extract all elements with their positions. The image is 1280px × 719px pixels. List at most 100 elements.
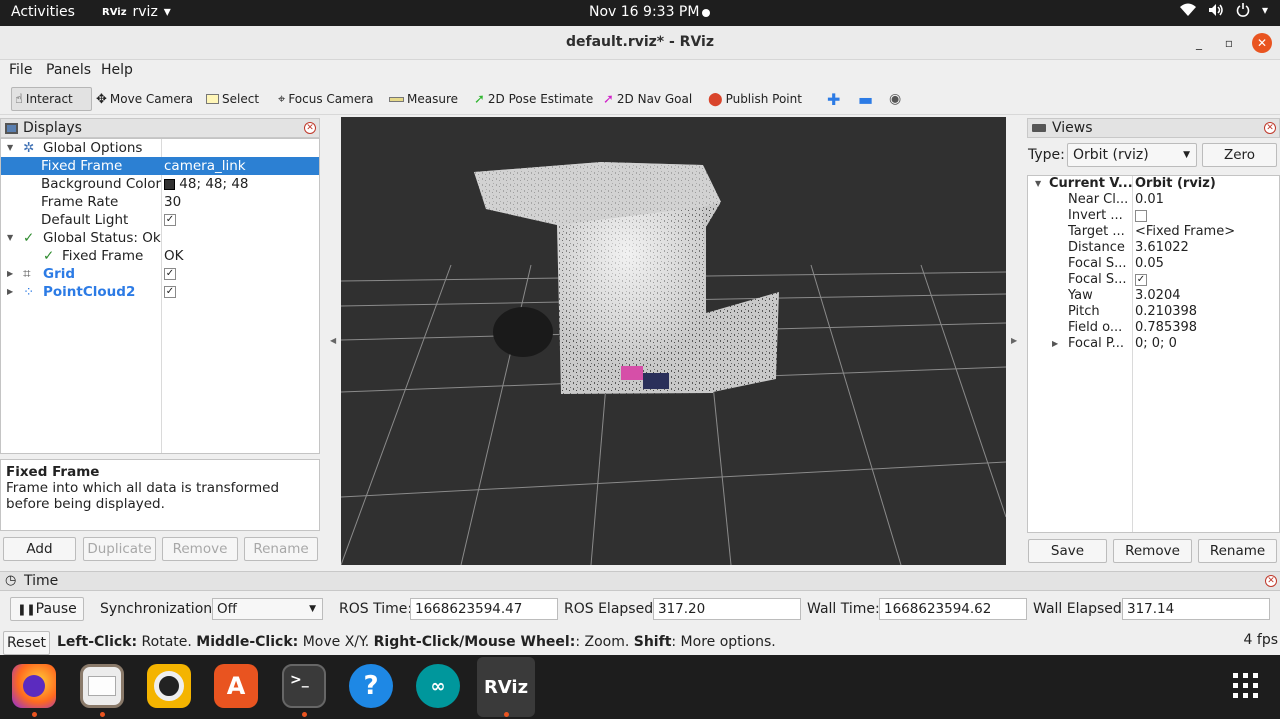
tree-row-default-light[interactable]: Default Light ✓ bbox=[1, 211, 319, 229]
default-light-checkbox[interactable]: ✓ bbox=[164, 214, 176, 226]
focal-shape-fixed-checkbox[interactable]: ✓ bbox=[1135, 273, 1147, 286]
wall-time-field[interactable]: 1668623594.62 bbox=[879, 598, 1027, 620]
rhythmbox-icon[interactable] bbox=[147, 664, 191, 708]
clock[interactable]: Nov 16 9:33 PM bbox=[589, 4, 699, 20]
move-camera-icon: ✥ bbox=[96, 91, 107, 107]
view-row[interactable]: Focal S... ✓ bbox=[1028, 272, 1279, 288]
terminal-prompt: >_ bbox=[290, 672, 309, 688]
rename-display-button[interactable]: Rename bbox=[244, 537, 318, 561]
view-type-select[interactable]: Orbit (rviz) ▼ bbox=[1067, 143, 1197, 167]
select-tool-button[interactable]: Select bbox=[203, 87, 262, 111]
pause-button[interactable]: ❚❚Pause bbox=[10, 597, 84, 621]
view-row[interactable]: ▶ Focal P... 0; 0; 0 bbox=[1028, 336, 1279, 352]
remove-display-button[interactable]: Remove bbox=[162, 537, 238, 561]
tree-row-global-status[interactable]: ▼ ✓ Global Status: Ok bbox=[1, 229, 319, 247]
minimize-button[interactable]: _ bbox=[1188, 32, 1210, 54]
firefox-icon[interactable] bbox=[12, 664, 56, 708]
system-tray[interactable]: ▾ bbox=[1179, 3, 1268, 21]
tree-row-background-color[interactable]: Background Color 48; 48; 48 bbox=[1, 175, 319, 193]
tree-row-frame-rate[interactable]: Frame Rate 30 bbox=[1, 193, 319, 211]
measure-tool-button[interactable]: Measure bbox=[386, 87, 461, 111]
map-pin-icon: ⬤ bbox=[708, 91, 723, 107]
close-time-icon[interactable]: ✕ bbox=[1265, 575, 1277, 587]
synchronization-select[interactable]: Off ▼ bbox=[212, 598, 323, 620]
remove-tool-icon[interactable]: ▬ bbox=[855, 87, 876, 111]
view-prop-value[interactable]: <Fixed Frame> bbox=[1135, 224, 1235, 240]
tree-row-grid[interactable]: ▶ ⌗ Grid ✓ bbox=[1, 265, 319, 283]
menu-panels[interactable]: Panels bbox=[46, 62, 91, 78]
collapse-arrow-icon[interactable]: ▶ bbox=[7, 283, 13, 301]
view-row[interactable]: Focal S... 0.05 bbox=[1028, 256, 1279, 272]
view-prop-value[interactable]: 0.210398 bbox=[1135, 304, 1197, 320]
tree-row-status-fixed-frame[interactable]: ✓ Fixed Frame OK bbox=[1, 247, 319, 265]
expand-arrow-icon[interactable]: ▼ bbox=[7, 229, 13, 247]
expand-arrow-icon[interactable]: ▼ bbox=[7, 139, 13, 157]
expand-arrow-icon[interactable]: ▼ bbox=[1035, 176, 1041, 192]
terminal-icon[interactable]: >_ bbox=[282, 664, 326, 708]
fixed-frame-value[interactable]: camera_link bbox=[164, 157, 246, 175]
view-row[interactable]: Pitch 0.210398 bbox=[1028, 304, 1279, 320]
view-row[interactable]: Field o... 0.785398 bbox=[1028, 320, 1279, 336]
arduino-icon[interactable]: ∞ bbox=[416, 664, 460, 708]
close-views-icon[interactable]: ✕ bbox=[1264, 122, 1276, 134]
tree-row-global-options[interactable]: ▼ ✲ Global Options bbox=[1, 139, 319, 157]
view-prop-value[interactable]: 3.0204 bbox=[1135, 288, 1181, 304]
app-center-icon[interactable]: A bbox=[214, 664, 258, 708]
pointcloud2-enabled-checkbox[interactable]: ✓ bbox=[164, 286, 176, 298]
rviz-icon[interactable]: RViz bbox=[477, 657, 535, 717]
wall-elapsed-field[interactable]: 317.14 bbox=[1122, 598, 1270, 620]
close-displays-icon[interactable]: ✕ bbox=[304, 122, 316, 134]
background-color-value[interactable]: 48; 48; 48 bbox=[164, 175, 249, 193]
3d-render-view[interactable] bbox=[341, 117, 1006, 565]
pose-estimate-tool-button[interactable]: ➚ 2D Pose Estimate bbox=[471, 87, 596, 111]
view-row[interactable]: Distance 3.61022 bbox=[1028, 240, 1279, 256]
close-window-button[interactable]: ✕ bbox=[1252, 33, 1272, 53]
tools-toolbar: ☝ Interact ✥ Move Camera Select ⌖ Focus … bbox=[0, 83, 1280, 115]
view-prop-value[interactable]: 0.01 bbox=[1135, 192, 1164, 208]
view-row[interactable]: Yaw 3.0204 bbox=[1028, 288, 1279, 304]
save-view-button[interactable]: Save bbox=[1028, 539, 1107, 563]
maximize-button[interactable]: ▫ bbox=[1218, 32, 1240, 54]
add-tool-icon[interactable]: ✚ bbox=[824, 87, 843, 111]
collapse-arrow-icon[interactable]: ▶ bbox=[1052, 336, 1058, 352]
tree-row-fixed-frame[interactable]: Fixed Frame camera_link bbox=[1, 157, 319, 175]
rename-view-button[interactable]: Rename bbox=[1198, 539, 1277, 563]
grid-enabled-checkbox[interactable]: ✓ bbox=[164, 268, 176, 280]
invert-z-checkbox[interactable] bbox=[1135, 209, 1147, 222]
remove-view-button[interactable]: Remove bbox=[1113, 539, 1192, 563]
duplicate-display-button[interactable]: Duplicate bbox=[83, 537, 156, 561]
publish-point-tool-button[interactable]: ⬤ Publish Point bbox=[705, 87, 805, 111]
view-row[interactable]: Target ... <Fixed Frame> bbox=[1028, 224, 1279, 240]
frame-rate-value[interactable]: 30 bbox=[164, 193, 181, 211]
tree-row-pointcloud2[interactable]: ▶ ⁘ PointCloud2 ✓ bbox=[1, 283, 319, 301]
window-title-bar[interactable]: default.rviz* - RViz _ ▫ ✕ bbox=[0, 26, 1280, 60]
add-display-button[interactable]: Add bbox=[3, 537, 76, 561]
zero-view-button[interactable]: Zero bbox=[1202, 143, 1277, 167]
view-prop-value[interactable]: 0.05 bbox=[1135, 256, 1164, 272]
view-row[interactable]: Invert ... bbox=[1028, 208, 1279, 224]
activities-button[interactable]: Activities bbox=[11, 4, 75, 20]
show-apps-icon[interactable] bbox=[1224, 664, 1268, 708]
eye-icon[interactable]: ◉ bbox=[886, 87, 904, 111]
ubuntu-dock: A >_ ? ∞ RViz bbox=[0, 655, 1280, 719]
interact-tool-button[interactable]: ☝ Interact bbox=[11, 87, 92, 111]
move-camera-tool-button[interactable]: ✥ Move Camera bbox=[93, 87, 196, 111]
view-prop-value[interactable]: 0; 0; 0 bbox=[1135, 336, 1177, 352]
focus-camera-tool-button[interactable]: ⌖ Focus Camera bbox=[275, 87, 377, 111]
help-icon[interactable]: ? bbox=[349, 664, 393, 708]
right-splitter-arrow-icon[interactable]: ▶ bbox=[1011, 336, 1017, 345]
nav-goal-tool-button[interactable]: ➚ 2D Nav Goal bbox=[600, 87, 695, 111]
ros-elapsed-field[interactable]: 317.20 bbox=[653, 598, 801, 620]
app-menu[interactable]: RViz rviz ▾ bbox=[102, 4, 171, 20]
collapse-arrow-icon[interactable]: ▶ bbox=[7, 265, 13, 283]
left-splitter-arrow-icon[interactable]: ◀ bbox=[330, 336, 336, 345]
view-prop-value[interactable]: 0.785398 bbox=[1135, 320, 1197, 336]
view-prop-value[interactable]: 3.61022 bbox=[1135, 240, 1189, 256]
files-icon[interactable] bbox=[80, 664, 124, 708]
view-row-current-view[interactable]: ▼ Current V... Orbit (rviz) bbox=[1028, 176, 1279, 192]
menu-help[interactable]: Help bbox=[101, 62, 133, 78]
reset-button[interactable]: Reset bbox=[3, 631, 50, 655]
view-row[interactable]: Near Cl... 0.01 bbox=[1028, 192, 1279, 208]
ros-time-field[interactable]: 1668623594.47 bbox=[410, 598, 558, 620]
menu-file[interactable]: File bbox=[9, 62, 32, 78]
